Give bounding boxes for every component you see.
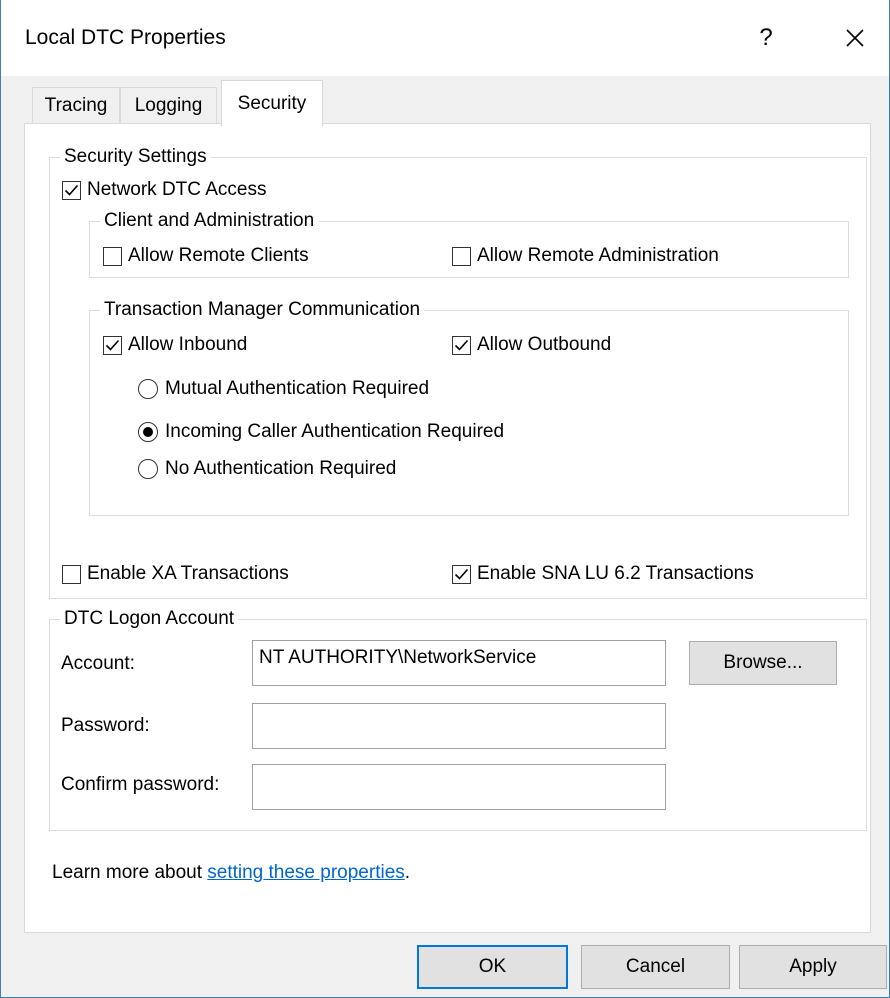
account-field[interactable]: NT AUTHORITY\NetworkService	[252, 640, 666, 686]
title-bar: Local DTC Properties ?	[1, 0, 889, 76]
mutual-auth-label: Mutual Authentication Required	[165, 378, 430, 399]
checkbox-box	[103, 246, 122, 266]
network-dtc-access-checkbox[interactable]: Network DTC Access	[62, 179, 266, 201]
tab-security[interactable]: Security	[221, 80, 323, 126]
enable-sna-checkbox[interactable]: Enable SNA LU 6.2 Transactions	[452, 563, 754, 585]
incoming-caller-auth-radio[interactable]: Incoming Caller Authentication Required	[138, 421, 504, 443]
checkbox-box	[62, 564, 81, 584]
network-dtc-access-label: Network DTC Access	[87, 179, 267, 200]
close-button[interactable]	[827, 16, 883, 60]
checkbox-box	[452, 335, 471, 355]
checkbox-box	[103, 335, 122, 355]
learn-more-prefix: Learn more about	[52, 862, 208, 883]
allow-outbound-checkbox[interactable]: Allow Outbound	[452, 334, 611, 356]
checkbox-box	[452, 246, 471, 266]
confirm-password-field[interactable]	[252, 764, 666, 810]
radio-circle	[138, 459, 158, 479]
allow-remote-admin-label: Allow Remote Administration	[477, 245, 719, 266]
help-button[interactable]: ?	[741, 16, 791, 60]
cancel-button[interactable]: Cancel	[581, 945, 730, 989]
client-admin-legend: Client and Administration	[104, 210, 315, 231]
radio-selected-dot	[143, 427, 153, 437]
checkbox-box	[452, 564, 471, 584]
account-label: Account:	[61, 653, 135, 674]
checkmark-icon	[64, 184, 79, 196]
allow-inbound-label: Allow Inbound	[128, 334, 248, 355]
checkmark-icon	[105, 339, 120, 351]
password-field[interactable]	[252, 703, 666, 749]
tm-communication-group: Transaction Manager Communication	[89, 300, 849, 516]
allow-remote-clients-label: Allow Remote Clients	[128, 245, 309, 266]
browse-button[interactable]: Browse...	[689, 641, 837, 685]
tab-tracing[interactable]: Tracing	[32, 87, 120, 124]
learn-more-text: Learn more about setting these propertie…	[52, 862, 410, 884]
enable-xa-checkbox[interactable]: Enable XA Transactions	[62, 563, 289, 585]
radio-circle	[138, 422, 158, 442]
ok-button[interactable]: OK	[417, 945, 568, 989]
incoming-caller-auth-label: Incoming Caller Authentication Required	[165, 421, 505, 442]
checkmark-icon	[454, 339, 469, 351]
learn-more-suffix: .	[404, 862, 411, 883]
no-auth-radio[interactable]: No Authentication Required	[138, 458, 396, 480]
security-settings-legend: Security Settings	[64, 146, 207, 167]
enable-xa-label: Enable XA Transactions	[87, 563, 289, 584]
allow-remote-admin-checkbox[interactable]: Allow Remote Administration	[452, 245, 719, 267]
tab-logging[interactable]: Logging	[120, 87, 217, 124]
password-label: Password:	[61, 715, 150, 736]
dialog-title: Local DTC Properties	[25, 26, 226, 49]
apply-button[interactable]: Apply	[739, 945, 887, 989]
no-auth-label: No Authentication Required	[165, 458, 397, 479]
learn-more-link[interactable]: setting these properties	[207, 862, 405, 883]
radio-circle	[138, 379, 158, 399]
dialog-window: Local DTC Properties ? Tracing Logging S…	[0, 0, 890, 998]
checkbox-box	[62, 180, 81, 200]
checkmark-icon	[454, 568, 469, 580]
mutual-auth-radio[interactable]: Mutual Authentication Required	[138, 378, 429, 400]
logon-account-legend: DTC Logon Account	[64, 608, 235, 629]
close-icon	[846, 29, 864, 47]
confirm-password-label: Confirm password:	[61, 774, 220, 795]
enable-sna-label: Enable SNA LU 6.2 Transactions	[477, 563, 754, 584]
allow-outbound-label: Allow Outbound	[477, 334, 612, 355]
allow-inbound-checkbox[interactable]: Allow Inbound	[103, 334, 247, 356]
tm-communication-legend: Transaction Manager Communication	[104, 299, 421, 320]
allow-remote-clients-checkbox[interactable]: Allow Remote Clients	[103, 245, 309, 267]
